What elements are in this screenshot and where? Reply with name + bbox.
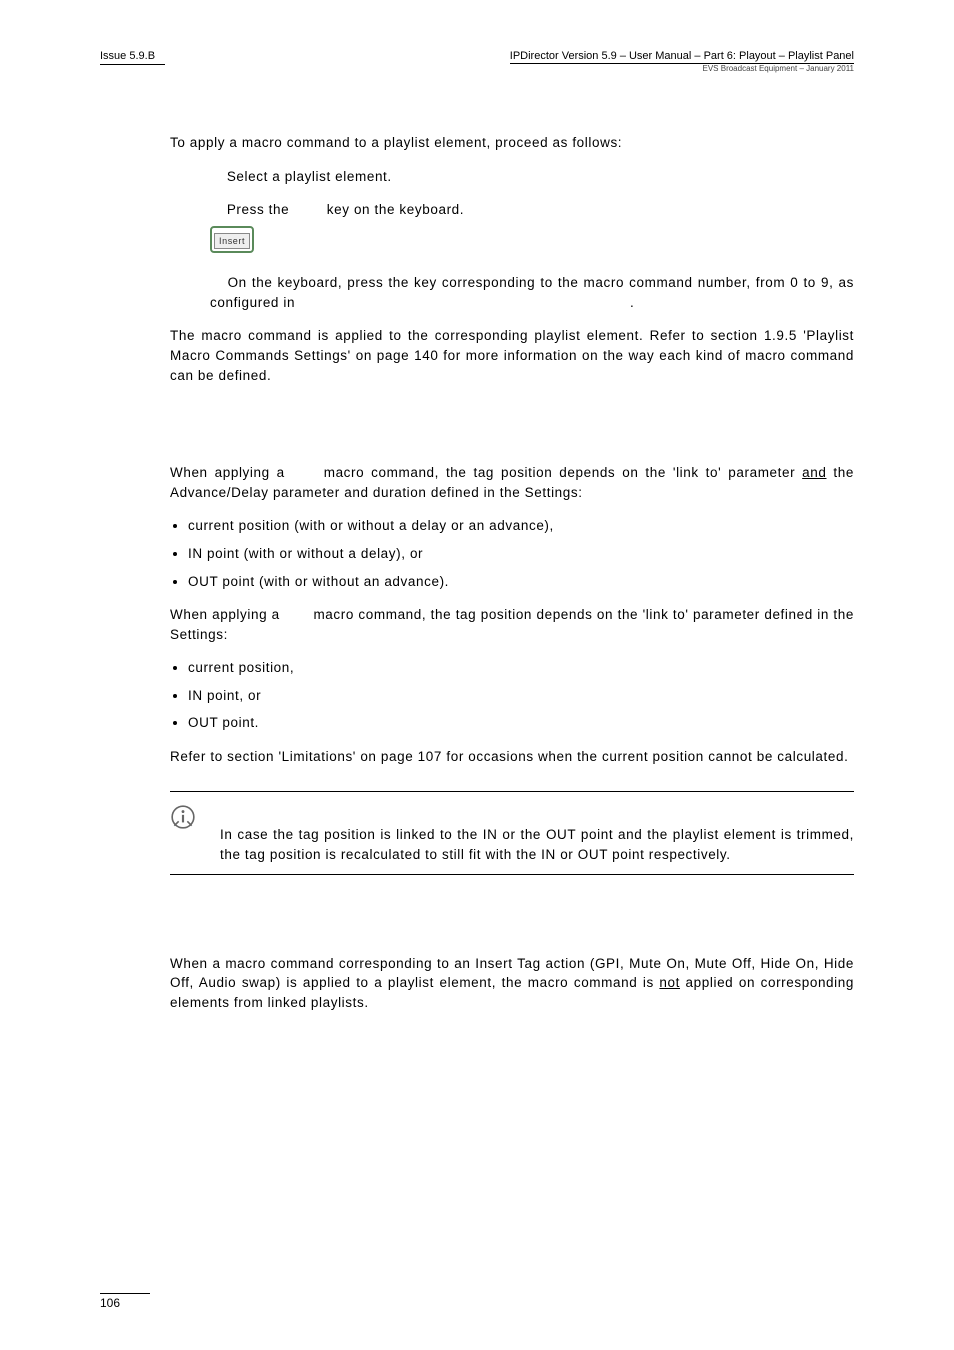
step-2: 2. Press the XXX key on the keyboard. In… xyxy=(210,200,854,259)
step-3-period: . xyxy=(630,295,634,310)
after-steps-paragraph: The macro command is applied to the corr… xyxy=(170,326,854,385)
insert-key-icon: Insert xyxy=(210,226,254,254)
tag-p1-c: macro command, the tag position depends … xyxy=(317,465,802,480)
step-1-text: Select a playlist element. xyxy=(227,169,392,184)
note-text: In case the tag position is linked to th… xyxy=(220,827,854,862)
header-issue: Issue 5.9.B xyxy=(100,50,165,65)
tag-p1-and: and xyxy=(802,465,826,480)
tag-p1-a: When applying a xyxy=(170,465,292,480)
tag-paragraph-2: When applying a Tag macro command, the t… xyxy=(170,605,854,644)
list-item: OUT point (with or without an advance). xyxy=(188,572,854,592)
alert-icon xyxy=(170,804,196,830)
step-2-text-a: Press the xyxy=(227,202,294,217)
body: To apply a macro command to a playlist e… xyxy=(170,133,854,1012)
tag-paragraph-1: When applying a GPI macro command, the t… xyxy=(170,463,854,502)
list-item: IN point, or xyxy=(188,686,854,706)
step-2-prefix: 2. xyxy=(210,202,222,217)
page: Issue 5.9.B IPDirector Version 5.9 – Use… xyxy=(0,0,954,1350)
section-linked: MACRO COMMAND AND LINKED PLAYLISTS xyxy=(170,915,854,935)
linked-paragraph: When a macro command corresponding to an… xyxy=(170,954,854,1013)
header-title: IPDirector Version 5.9 – User Manual – P… xyxy=(510,50,854,64)
note-title: Note xyxy=(220,802,854,822)
note-icon xyxy=(170,802,220,836)
tag-paragraph-3: Refer to section 'Limitations' on page 1… xyxy=(170,747,854,767)
insert-key-label: Insert xyxy=(214,233,250,249)
linked-p-not: not xyxy=(659,975,680,990)
note-text-container: Note In case the tag position is linked … xyxy=(220,802,854,865)
step-3: 3. On the keyboard, press the key corres… xyxy=(210,273,854,312)
tag-bullet-list: current position, IN point, or OUT point… xyxy=(170,658,854,733)
gpi-bullet-list: current position (with or without a dela… xyxy=(170,516,854,591)
step-2-text-b: key on the keyboard. xyxy=(322,202,464,217)
page-header: Issue 5.9.B IPDirector Version 5.9 – Use… xyxy=(100,50,854,73)
step-3-link: the Tools > Settings > Playlist > Macro … xyxy=(299,295,630,310)
step-1-prefix: 1. xyxy=(210,169,222,184)
header-right: IPDirector Version 5.9 – User Manual – P… xyxy=(510,50,854,73)
steps-list: 1. Select a playlist element. 2. Press t… xyxy=(210,167,854,313)
list-item: current position (with or without a dela… xyxy=(188,516,854,536)
tag-p2-a: When applying a xyxy=(170,607,284,622)
step-3-prefix: 3. xyxy=(210,275,222,290)
section-tag-position: TAG POSITION xyxy=(170,425,854,445)
list-item: OUT point. xyxy=(188,713,854,733)
header-subtitle: EVS Broadcast Equipment – January 2011 xyxy=(510,64,854,73)
tag-p2-b: Tag xyxy=(284,607,309,622)
step-1: 1. Select a playlist element. xyxy=(210,167,854,187)
list-item: current position, xyxy=(188,658,854,678)
note-box: Note In case the tag position is linked … xyxy=(170,791,854,876)
list-item: IN point (with or without a delay), or xyxy=(188,544,854,564)
page-number: 106 xyxy=(100,1293,150,1310)
tag-p1-b: GPI xyxy=(292,465,317,480)
intro-paragraph: To apply a macro command to a playlist e… xyxy=(170,133,854,153)
